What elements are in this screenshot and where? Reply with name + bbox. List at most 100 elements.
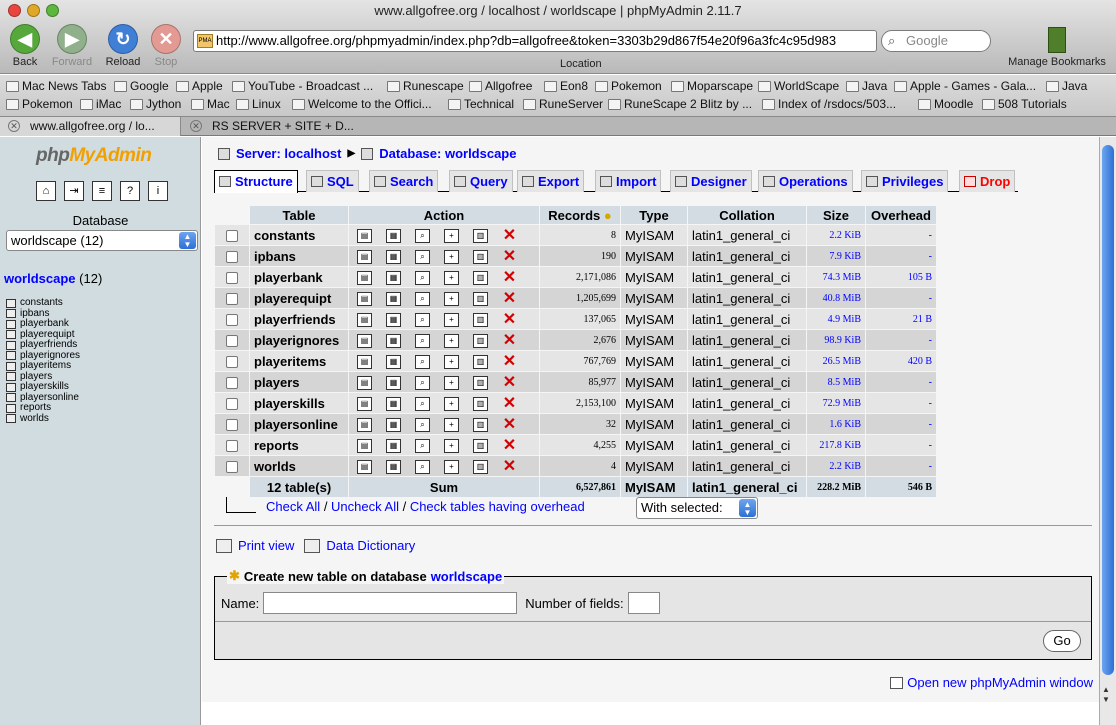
help-icon[interactable]: ? <box>120 181 140 201</box>
overhead-cell[interactable]: - <box>866 330 936 350</box>
drop-table-icon[interactable]: ✕ <box>502 353 517 369</box>
overhead-cell[interactable]: - <box>866 246 936 266</box>
row-checkbox[interactable] <box>226 314 238 327</box>
bookmark-item[interactable]: Java <box>1046 79 1087 93</box>
bookmark-item[interactable]: Java <box>846 79 887 93</box>
empty-icon[interactable]: ▥ <box>473 417 488 432</box>
bookmark-item[interactable]: Pokemon <box>595 79 662 93</box>
check-overhead-link[interactable]: Check tables having overhead <box>410 499 585 514</box>
size-link[interactable]: 40.8 MiB <box>807 288 865 308</box>
drop-table-icon[interactable]: ✕ <box>502 395 517 411</box>
empty-icon[interactable]: ▥ <box>473 249 488 264</box>
structure-icon[interactable]: ▦ <box>386 291 401 306</box>
tab-import[interactable]: Import <box>595 170 662 192</box>
bookmark-item[interactable]: Pokemon <box>6 97 73 111</box>
overhead-cell[interactable]: 420 B <box>866 351 936 371</box>
tab-structure[interactable]: Structure <box>214 170 298 193</box>
table-name-link[interactable]: reports <box>250 435 348 455</box>
browse-icon[interactable]: ▤ <box>357 375 372 390</box>
bookmark-item[interactable]: Moodle <box>918 97 973 111</box>
drop-table-icon[interactable]: ✕ <box>502 290 517 306</box>
overhead-cell[interactable]: 21 B <box>866 309 936 329</box>
insert-icon[interactable]: + <box>444 354 459 369</box>
bookmark-item[interactable]: YouTube - Broadcast ... <box>232 79 373 93</box>
tab-sql[interactable]: SQL <box>306 170 359 192</box>
bookmark-item[interactable]: 508 Tutorials <box>982 97 1067 111</box>
insert-icon[interactable]: + <box>444 333 459 348</box>
bookmark-item[interactable]: Jython <box>130 97 181 111</box>
drop-table-icon[interactable]: ✕ <box>502 269 517 285</box>
tab-search[interactable]: Search <box>369 170 439 192</box>
row-checkbox[interactable] <box>226 461 238 474</box>
stop-button[interactable]: ✕ Stop <box>143 24 189 68</box>
bookmark-item[interactable]: Technical <box>448 97 514 111</box>
bookmark-item[interactable]: RuneScape 2 Blitz by ... <box>608 97 752 111</box>
scroll-arrows-icon[interactable]: ▲ ▼ <box>1102 685 1110 705</box>
overhead-cell[interactable]: - <box>866 456 936 476</box>
row-checkbox[interactable] <box>226 251 238 264</box>
row-checkbox[interactable] <box>226 398 238 411</box>
database-link[interactable]: worldscape (12) <box>4 271 102 286</box>
browse-icon[interactable]: ▤ <box>357 438 372 453</box>
col-header-table[interactable]: Table <box>250 206 348 224</box>
overhead-cell[interactable]: - <box>866 414 936 434</box>
tab-operations[interactable]: Operations <box>758 170 853 192</box>
size-link[interactable]: 26.5 MiB <box>807 351 865 371</box>
insert-icon[interactable]: + <box>444 396 459 411</box>
manage-bookmarks-button[interactable]: Manage Bookmarks <box>1002 27 1112 68</box>
sidebar-table-item[interactable]: playeritems <box>6 360 80 372</box>
drop-table-icon[interactable]: ✕ <box>502 374 517 390</box>
sidebar-table-item[interactable]: playerfriends <box>6 339 80 351</box>
size-link[interactable]: 74.3 MiB <box>807 267 865 287</box>
table-name-link[interactable]: playerfriends <box>250 309 348 329</box>
tab-designer[interactable]: Designer <box>670 170 752 192</box>
insert-icon[interactable]: + <box>444 417 459 432</box>
table-name-input[interactable] <box>263 592 518 614</box>
size-link[interactable]: 1.6 KiB <box>807 414 865 434</box>
bookmark-item[interactable]: Moparscape <box>671 79 753 93</box>
browse-icon[interactable]: ▤ <box>357 291 372 306</box>
insert-icon[interactable]: + <box>444 438 459 453</box>
search-field[interactable]: ⌕ Google <box>881 30 991 52</box>
structure-icon[interactable]: ▦ <box>386 417 401 432</box>
browse-icon[interactable]: ▤ <box>357 333 372 348</box>
table-name-link[interactable]: playerbank <box>250 267 348 287</box>
browse-icon[interactable]: ▤ <box>357 228 372 243</box>
breadcrumb-database[interactable]: Database: worldscape <box>379 146 516 161</box>
search-icon[interactable]: ⌕ <box>415 270 430 285</box>
overhead-cell[interactable]: - <box>866 225 936 245</box>
overhead-cell[interactable]: - <box>866 435 936 455</box>
browse-icon[interactable]: ▤ <box>357 312 372 327</box>
search-icon[interactable]: ⌕ <box>415 312 430 327</box>
insert-icon[interactable]: + <box>444 312 459 327</box>
bookmark-item[interactable]: Apple - Games - Gala... <box>894 79 1036 93</box>
empty-icon[interactable]: ▥ <box>473 396 488 411</box>
tab-query[interactable]: Query <box>449 170 513 192</box>
table-name-link[interactable]: playerequipt <box>250 288 348 308</box>
browse-icon[interactable]: ▤ <box>357 396 372 411</box>
size-link[interactable]: 7.9 KiB <box>807 246 865 266</box>
docs-icon[interactable]: i <box>148 181 168 201</box>
vertical-scrollbar[interactable]: ▲ ▼ <box>1099 137 1116 725</box>
structure-icon[interactable]: ▦ <box>386 396 401 411</box>
bookmark-item[interactable]: Eon8 <box>544 79 588 93</box>
browse-icon[interactable]: ▤ <box>357 270 372 285</box>
structure-icon[interactable]: ▦ <box>386 438 401 453</box>
empty-icon[interactable]: ▥ <box>473 459 488 474</box>
drop-table-icon[interactable]: ✕ <box>502 332 517 348</box>
forward-button[interactable]: ▶ Forward <box>49 24 95 68</box>
insert-icon[interactable]: + <box>444 270 459 285</box>
empty-icon[interactable]: ▥ <box>473 333 488 348</box>
size-link[interactable]: 2.2 KiB <box>807 225 865 245</box>
drop-table-icon[interactable]: ✕ <box>502 227 517 243</box>
search-icon[interactable]: ⌕ <box>415 228 430 243</box>
with-selected-select[interactable]: With selected: ▲ ▼ <box>636 497 758 519</box>
empty-icon[interactable]: ▥ <box>473 270 488 285</box>
row-checkbox[interactable] <box>226 293 238 306</box>
table-name-link[interactable]: playerignores <box>250 330 348 350</box>
size-link[interactable]: 4.9 MiB <box>807 309 865 329</box>
search-icon[interactable]: ⌕ <box>415 438 430 453</box>
bookmark-item[interactable]: Google <box>114 79 169 93</box>
insert-icon[interactable]: + <box>444 228 459 243</box>
search-icon[interactable]: ⌕ <box>415 417 430 432</box>
